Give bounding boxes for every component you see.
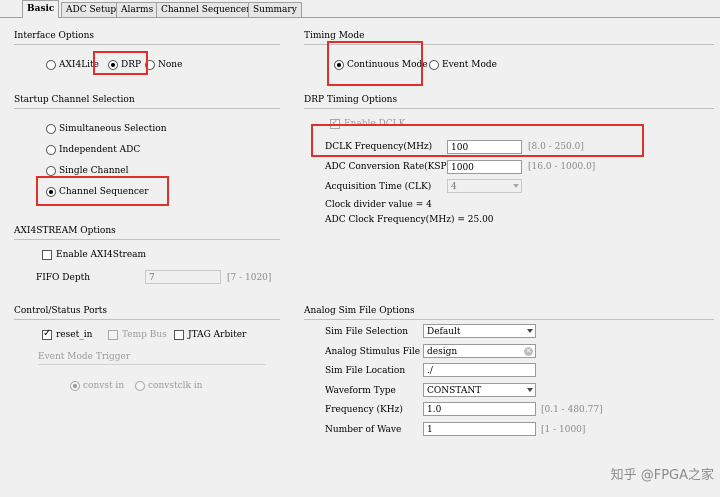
highlight-box-sequencer	[36, 176, 169, 206]
radio-axi4lite[interactable]	[46, 60, 56, 70]
highlight-box-dclk	[311, 124, 644, 157]
separator	[304, 108, 714, 109]
chevron-down-icon	[513, 184, 519, 188]
radio-convst-in-label: convst in	[83, 381, 125, 391]
tab-adc-setup[interactable]: ADC Setup	[61, 2, 122, 17]
jtag-arbiter-label: JTAG Arbiter	[188, 330, 247, 340]
separator	[14, 319, 280, 320]
reset-in-checkbox[interactable]: ✓	[42, 328, 52, 340]
chevron-down-icon	[527, 388, 533, 392]
tab-bar: Basic ADC Setup Alarms Channel Sequencer…	[0, 0, 720, 18]
number-of-wave-input[interactable]: 1	[423, 422, 536, 436]
separator	[304, 319, 714, 320]
tab-basic[interactable]: Basic	[22, 0, 60, 18]
waveform-type-select[interactable]: CONSTANT	[423, 383, 536, 397]
watermark-text: 知乎 @FPGA之家	[610, 468, 714, 483]
separator	[14, 108, 280, 109]
highlight-box-continuous	[327, 41, 423, 86]
tab-channel-sequencer[interactable]: Channel Sequencer	[156, 2, 256, 17]
number-of-wave-range: [1 - 1000]	[541, 425, 586, 435]
timing-mode-title: Timing Mode	[304, 31, 365, 41]
startup-channel-title: Startup Channel Selection	[14, 95, 135, 105]
number-of-wave-label: Number of Wave	[325, 425, 402, 435]
check-icon: ✓	[43, 328, 52, 339]
fifo-depth-label: FIFO Depth	[36, 273, 90, 283]
analog-stimulus-input[interactable]: design ✕	[423, 344, 536, 358]
interface-options-title: Interface Options	[14, 31, 94, 41]
acquisition-time-label: Acquisition Time (CLK)	[325, 182, 432, 192]
radio-convst-in[interactable]	[70, 381, 80, 391]
frequency-label: Frequency (KHz)	[325, 405, 403, 415]
conversion-rate-input[interactable]: 1000	[447, 160, 522, 174]
enable-axi4stream-checkbox[interactable]	[42, 250, 52, 260]
event-mode-trigger-title: Event Mode Trigger	[38, 352, 131, 362]
radio-independent-adc-label: Independent ADC	[59, 145, 141, 155]
drp-timing-title: DRP Timing Options	[304, 95, 398, 105]
radio-simultaneous[interactable]	[46, 124, 56, 134]
fifo-depth-range: [7 - 1020]	[227, 273, 272, 283]
radio-single-channel-label: Single Channel	[59, 166, 129, 176]
radio-convstclk-in-label: convstclk in	[148, 381, 203, 391]
enable-axi4stream-label: Enable AXI4Stream	[56, 250, 147, 260]
jtag-arbiter-checkbox[interactable]	[174, 330, 184, 340]
clear-icon[interactable]: ✕	[524, 347, 533, 356]
waveform-type-value: CONSTANT	[427, 386, 482, 396]
highlight-box-drp	[93, 51, 148, 75]
temp-bus-label: Temp Bus	[122, 330, 167, 340]
tab-summary[interactable]: Summary	[248, 2, 302, 17]
analog-sim-title: Analog Sim File Options	[304, 306, 415, 316]
sim-file-selection-value: Default	[427, 327, 461, 337]
fifo-depth-input[interactable]: 7	[145, 270, 221, 284]
sim-file-location-label: Sim File Location	[325, 366, 406, 376]
chevron-down-icon	[527, 329, 533, 333]
separator	[14, 44, 280, 45]
clock-divider-text: Clock divider value = 4	[325, 200, 432, 210]
sim-file-selection-label: Sim File Selection	[325, 327, 409, 337]
control-status-title: Control/Status Ports	[14, 306, 108, 316]
reset-in-label: reset_in	[56, 330, 93, 340]
acquisition-time-value: 4	[451, 182, 457, 192]
sim-file-selection-select[interactable]: Default	[423, 324, 536, 338]
frequency-input[interactable]: 1.0	[423, 402, 536, 416]
radio-event-mode[interactable]	[429, 60, 439, 70]
separator	[14, 239, 280, 240]
radio-simultaneous-label: Simultaneous Selection	[59, 124, 167, 134]
temp-bus-checkbox[interactable]	[108, 330, 118, 340]
radio-none-label: None	[158, 60, 183, 70]
adc-clock-frequency-text: ADC Clock Frequency(MHz) = 25.00	[325, 215, 494, 225]
analog-stimulus-value: design	[427, 347, 458, 357]
radio-independent-adc[interactable]	[46, 145, 56, 155]
conversion-rate-label: ADC Conversion Rate(KSPS)	[325, 162, 457, 172]
radio-convstclk-in[interactable]	[135, 381, 145, 391]
waveform-type-label: Waveform Type	[325, 386, 396, 396]
tab-alarms[interactable]: Alarms	[116, 2, 159, 17]
axi4stream-title: AXI4STREAM Options	[14, 226, 116, 236]
radio-event-mode-label: Event Mode	[442, 60, 497, 70]
separator	[38, 364, 266, 365]
analog-stimulus-label: Analog Stimulus File	[325, 347, 421, 357]
radio-single-channel[interactable]	[46, 166, 56, 176]
conversion-rate-range: [16.0 - 1000.0]	[528, 162, 596, 172]
frequency-range: [0.1 - 480.77]	[541, 405, 603, 415]
sim-file-location-input[interactable]: ./	[423, 363, 536, 377]
acquisition-time-select[interactable]: 4	[447, 179, 522, 193]
